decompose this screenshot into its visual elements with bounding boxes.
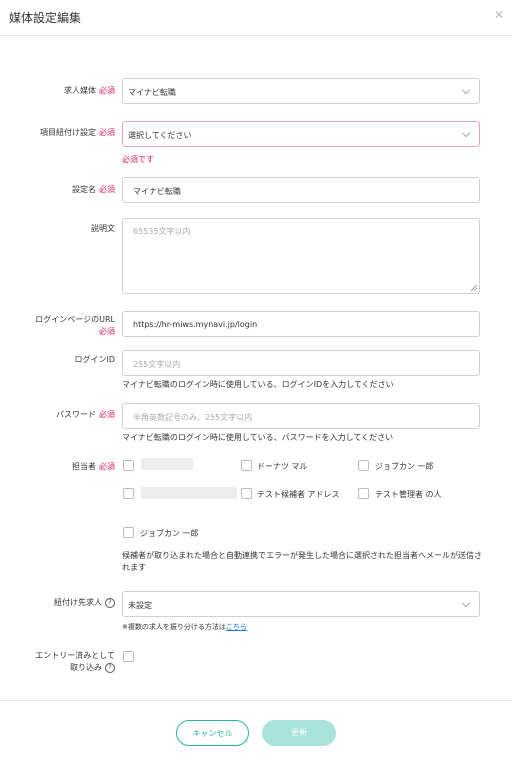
target-job-note-text: ※複数の求人を振り分ける方法は (122, 623, 226, 631)
assignee-option-label: ドーナツ マル (257, 462, 308, 471)
target-job-label-text: 紐付け先求人 (54, 598, 102, 607)
close-icon[interactable]: ✕ (494, 8, 504, 22)
setting-name-value: マイナビ転職 (133, 187, 181, 196)
assignee-checkbox[interactable] (123, 527, 134, 538)
footer-divider (0, 700, 512, 701)
assignee-option-label: ジョブカン 一郎 (140, 529, 199, 538)
assignee-checkbox[interactable] (241, 460, 252, 471)
description-label: 説明文 (91, 224, 115, 233)
entry-import-label: エントリー済みとして 取り込み? (35, 650, 115, 674)
required-badge: 必須 (99, 86, 115, 95)
target-job-value: 未設定 (128, 601, 152, 610)
media-select-value: マイナビ転職 (128, 88, 176, 97)
login-id-hint: マイナビ転職のログイン時に使用している、ログインIDを入力してください (122, 380, 394, 389)
required-badge: 必須 (99, 410, 115, 419)
description-placeholder: 65535文字以内 (133, 227, 191, 236)
setting-name-label-text: 設定名 (72, 185, 96, 194)
mapping-select-value: 選択してください (128, 131, 192, 140)
assignee-checkbox[interactable] (123, 460, 134, 471)
password-input[interactable]: 半角英数記号のみ、255文字以内 (122, 403, 480, 429)
modal-header: 媒体設定編集 ✕ (0, 0, 512, 36)
help-link[interactable]: こちら (226, 623, 247, 631)
update-button[interactable]: 更新 (262, 720, 336, 746)
target-job-select[interactable]: 未設定 (122, 591, 480, 617)
target-job-note: ※複数の求人を振り分ける方法はこちら (122, 622, 247, 632)
required-badge: 必須 (99, 185, 115, 194)
login-url-value: https://hr-miws.mynavi.jp/login (133, 320, 258, 329)
assignee-option-label: テスト管理者 の人 (375, 490, 442, 499)
modal-title: 媒体設定編集 (9, 11, 82, 25)
login-url-label-text: ログインページのURL (35, 315, 115, 324)
assignee-checkbox[interactable] (358, 460, 369, 471)
assignee-option-label: テスト候補者 アドレス (257, 490, 340, 499)
cancel-button[interactable]: キャンセル (176, 720, 249, 746)
mapping-label: 項目紐付け設定 必須 (40, 127, 115, 139)
mapping-error: 必須です (122, 155, 154, 164)
media-label: 求人媒体 必須 (64, 85, 115, 97)
help-icon[interactable]: ? (105, 662, 115, 673)
media-settings-modal: 媒体設定編集 ✕ 求人媒体 必須 マイナビ転職 項目紐付け設定 必須 選択してくださ… (0, 0, 512, 764)
login-url-input[interactable]: https://hr-miws.mynavi.jp/login (122, 311, 480, 337)
assignee-label: 担当者 必須 (72, 461, 115, 473)
help-icon[interactable]: ? (105, 597, 115, 608)
assignee-checkbox[interactable] (241, 488, 252, 499)
login-id-input[interactable]: 255文字以内 (122, 350, 480, 376)
required-badge: 必須 (99, 128, 115, 137)
assignee-label-text: 担当者 (72, 462, 96, 471)
setting-name-label: 設定名 必須 (72, 184, 115, 196)
chevron-down-icon (461, 85, 471, 95)
entry-import-label-line2-row: 取り込み? (35, 662, 115, 674)
mapping-select[interactable]: 選択してください (122, 121, 480, 147)
required-badge: 必須 (99, 327, 115, 336)
assignee-checkbox[interactable] (123, 488, 134, 499)
media-select[interactable]: マイナビ転職 (122, 78, 480, 104)
target-job-label: 紐付け先求人? (54, 597, 115, 609)
chevron-down-icon (461, 598, 471, 608)
mapping-label-text: 項目紐付け設定 (40, 128, 96, 137)
assignee-option-label: ジョブカン 一郎 (375, 462, 434, 471)
login-id-placeholder: 255文字以内 (133, 360, 181, 369)
password-placeholder: 半角英数記号のみ、255文字以内 (133, 413, 253, 422)
redacted-name (141, 458, 193, 470)
assignee-note: 候補者が取り込まれた場合と自動連携でエラーが発生した場合に選択された担当者へメー… (122, 551, 482, 572)
chevron-down-icon (461, 128, 471, 138)
login-id-label: ログインID (74, 355, 115, 364)
setting-name-input[interactable]: マイナビ転職 (122, 177, 480, 203)
entry-import-checkbox[interactable] (123, 651, 134, 662)
password-label: パスワード 必須 (56, 409, 115, 421)
required-badge: 必須 (99, 462, 115, 471)
login-url-label: ログインページのURL 必須 (35, 314, 115, 338)
media-label-text: 求人媒体 (64, 86, 96, 95)
description-textarea[interactable]: 65535文字以内 (122, 218, 480, 294)
entry-import-label-line2: 取り込み (70, 663, 102, 672)
redacted-name (141, 487, 237, 499)
password-hint: マイナビ転職のログイン時に使用している、パスワードを入力してください (122, 433, 394, 442)
assignee-checkbox[interactable] (358, 488, 369, 499)
password-label-text: パスワード (56, 410, 96, 419)
entry-import-label-line1: エントリー済みとして (35, 651, 115, 660)
resize-grip-icon[interactable] (471, 285, 477, 291)
